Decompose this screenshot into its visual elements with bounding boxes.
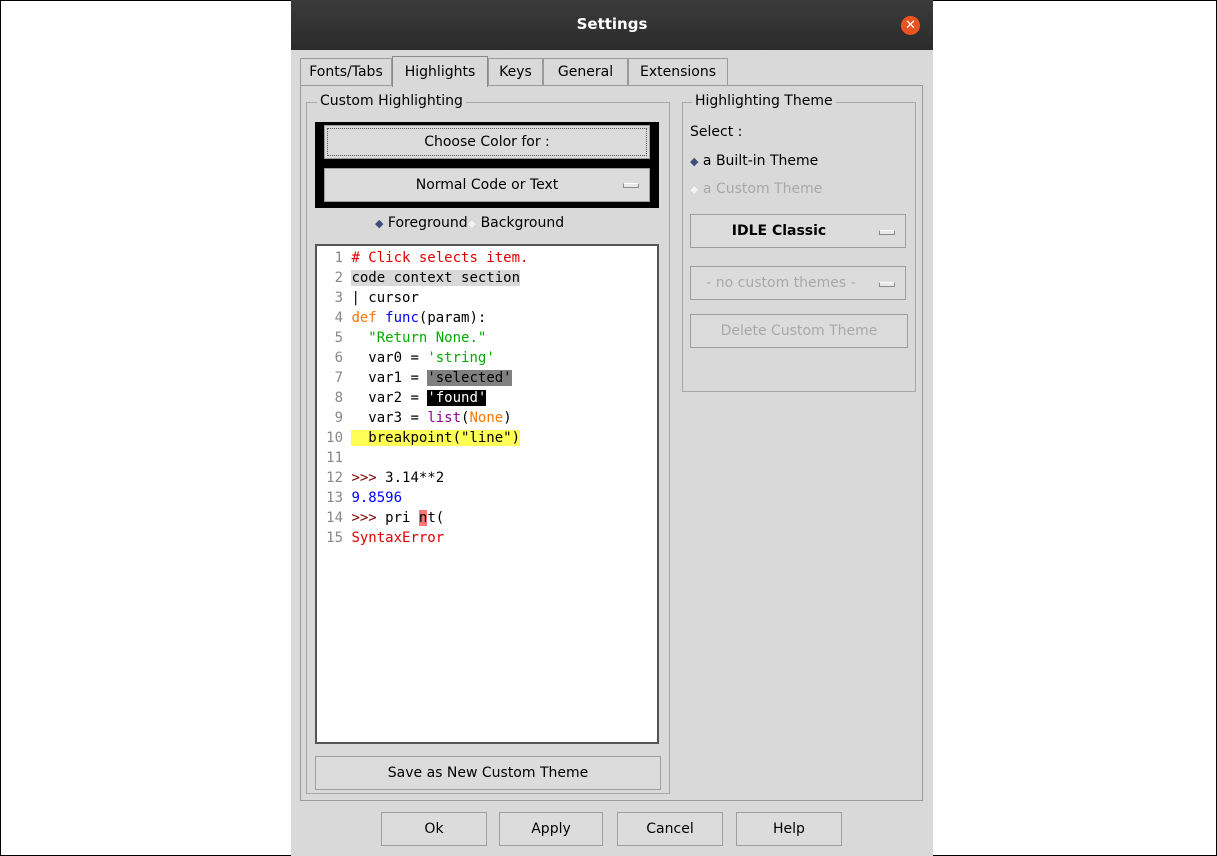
highlight-sample[interactable]: 1 # Click selects item. 2 code context s…	[315, 244, 659, 744]
sample-stderr[interactable]: SyntaxError	[351, 530, 444, 546]
custom-theme-value: - no custom themes -	[706, 275, 856, 291]
code-line-1[interactable]: 1 # Click selects item.	[317, 248, 529, 268]
sample-context[interactable]: code context section	[351, 270, 521, 286]
fg-bg-radio-row: ◆ Foreground◆ Background	[375, 215, 564, 231]
help-button[interactable]: Help	[736, 812, 842, 846]
tab-general[interactable]: General	[543, 58, 628, 85]
sample-normal[interactable]: (param):	[419, 310, 486, 326]
sample-definition[interactable]: func	[385, 310, 419, 326]
code-line-10[interactable]: 10 breakpoint("line")	[317, 428, 521, 448]
sample-stdin[interactable]: t(	[427, 510, 444, 526]
tab-keys[interactable]: Keys	[488, 58, 543, 85]
sample-console[interactable]: >>>	[351, 510, 376, 526]
line-number: 9	[334, 410, 343, 426]
line-number: 2	[334, 270, 343, 286]
line-number: 6	[334, 350, 343, 366]
sample-docstring[interactable]: "Return None."	[368, 330, 486, 346]
menu-indicator-icon	[623, 183, 639, 188]
code-line-12[interactable]: 12 >>> 3.14**2	[317, 468, 444, 488]
highlighting-theme-label: Highlighting Theme	[692, 93, 836, 109]
builtin-theme-label: a Built-in Theme	[702, 153, 819, 169]
line-number: 3	[334, 290, 343, 306]
builtin-theme-radio[interactable]: ◆ a Built-in Theme	[690, 153, 818, 169]
line-number: 13	[326, 490, 343, 506]
code-line-2[interactable]: 2 code context section	[317, 268, 521, 288]
code-line-13[interactable]: 13 9.8596	[317, 488, 402, 508]
background-radio-label[interactable]: Background	[481, 215, 565, 231]
menu-indicator-icon	[879, 230, 895, 235]
sample-break[interactable]: breakpoint("line")	[351, 430, 521, 446]
window-title: Settings	[576, 15, 648, 33]
code-line-4[interactable]: 4 def func(param):	[317, 308, 487, 328]
title-bar[interactable]: Settings ✕	[291, 0, 933, 50]
sample-selected[interactable]: 'selected'	[427, 370, 512, 386]
sample-stdout[interactable]: 9.8596	[351, 490, 402, 506]
ok-button[interactable]: Ok	[381, 812, 487, 846]
line-number: 14	[326, 510, 343, 526]
tab-fonts-tabs[interactable]: Fonts/Tabs	[300, 58, 392, 85]
custom-highlighting-label: Custom Highlighting	[317, 93, 466, 109]
sample-normal[interactable]: var1 =	[368, 370, 427, 386]
sample-string[interactable]: 'string'	[427, 350, 494, 366]
custom-theme-label: a Custom Theme	[702, 181, 823, 197]
sample-found[interactable]: 'found'	[427, 390, 487, 406]
radio-unselected-icon[interactable]: ◆	[468, 217, 476, 230]
line-number: 15	[326, 530, 343, 546]
sample-normal[interactable]: var2 =	[368, 390, 427, 406]
theme-select-label: Select :	[690, 124, 743, 140]
sample-console[interactable]: >>>	[351, 470, 376, 486]
sample-stdin[interactable]: pri	[377, 510, 419, 526]
builtin-theme-select[interactable]: IDLE Classic	[690, 214, 906, 248]
line-number: 12	[326, 470, 343, 486]
line-number: 1	[334, 250, 343, 266]
sample-keyword[interactable]: def	[351, 310, 376, 326]
radio-selected-icon[interactable]: ◆	[375, 217, 383, 230]
code-line-7[interactable]: 7 var1 = 'selected'	[317, 368, 512, 388]
foreground-radio-label[interactable]: Foreground	[388, 215, 468, 231]
sample-comment[interactable]: # Click selects item.	[351, 250, 528, 266]
apply-button[interactable]: Apply	[499, 812, 603, 846]
sample-keyword[interactable]: None	[469, 410, 503, 426]
custom-theme-radio[interactable]: ◆ a Custom Theme	[690, 181, 822, 197]
sample-stdin[interactable]: 3.14**2	[377, 470, 444, 486]
sample-break-text: breakpoint("line")	[368, 430, 521, 446]
line-number: 11	[326, 450, 343, 466]
choose-color-button[interactable]: Choose Color for :	[324, 125, 650, 159]
close-icon[interactable]: ✕	[901, 16, 920, 35]
code-line-8[interactable]: 8 var2 = 'found'	[317, 388, 487, 408]
menu-indicator-icon	[879, 282, 895, 287]
code-line-15[interactable]: 15 SyntaxError	[317, 528, 444, 548]
highlight-element-value: Normal Code or Text	[415, 177, 559, 193]
radio-unselected-icon: ◆	[690, 183, 699, 196]
sample-cursor[interactable]: | cursor	[351, 290, 418, 306]
code-line-3[interactable]: 3 | cursor	[317, 288, 419, 308]
line-number: 10	[326, 430, 343, 446]
cancel-button[interactable]: Cancel	[617, 812, 723, 846]
line-number: 4	[334, 310, 343, 326]
code-line-11[interactable]: 11	[317, 448, 343, 468]
line-number: 5	[334, 330, 343, 346]
save-custom-theme-button[interactable]: Save as New Custom Theme	[315, 756, 661, 790]
custom-theme-select[interactable]: - no custom themes -	[690, 266, 906, 300]
sample-builtin[interactable]: list	[427, 410, 461, 426]
code-line-14[interactable]: 14 >>> pri nt(	[317, 508, 444, 528]
highlight-element-select[interactable]: Normal Code or Text	[324, 168, 650, 202]
delete-custom-theme-button[interactable]: Delete Custom Theme	[690, 314, 908, 348]
code-line-5[interactable]: 5 "Return None."	[317, 328, 487, 348]
sample-normal[interactable]: )	[503, 410, 511, 426]
radio-selected-icon: ◆	[690, 155, 699, 168]
tab-extensions[interactable]: Extensions	[628, 58, 728, 85]
line-number: 8	[334, 390, 343, 406]
sample-normal[interactable]: var3 =	[368, 410, 427, 426]
builtin-theme-value: IDLE Classic	[731, 223, 827, 239]
code-line-9[interactable]: 9 var3 = list(None)	[317, 408, 512, 428]
tab-highlights[interactable]: Highlights	[392, 56, 488, 87]
sample-normal[interactable]: var0 =	[368, 350, 427, 366]
line-number: 7	[334, 370, 343, 386]
code-line-6[interactable]: 6 var0 = 'string'	[317, 348, 495, 368]
